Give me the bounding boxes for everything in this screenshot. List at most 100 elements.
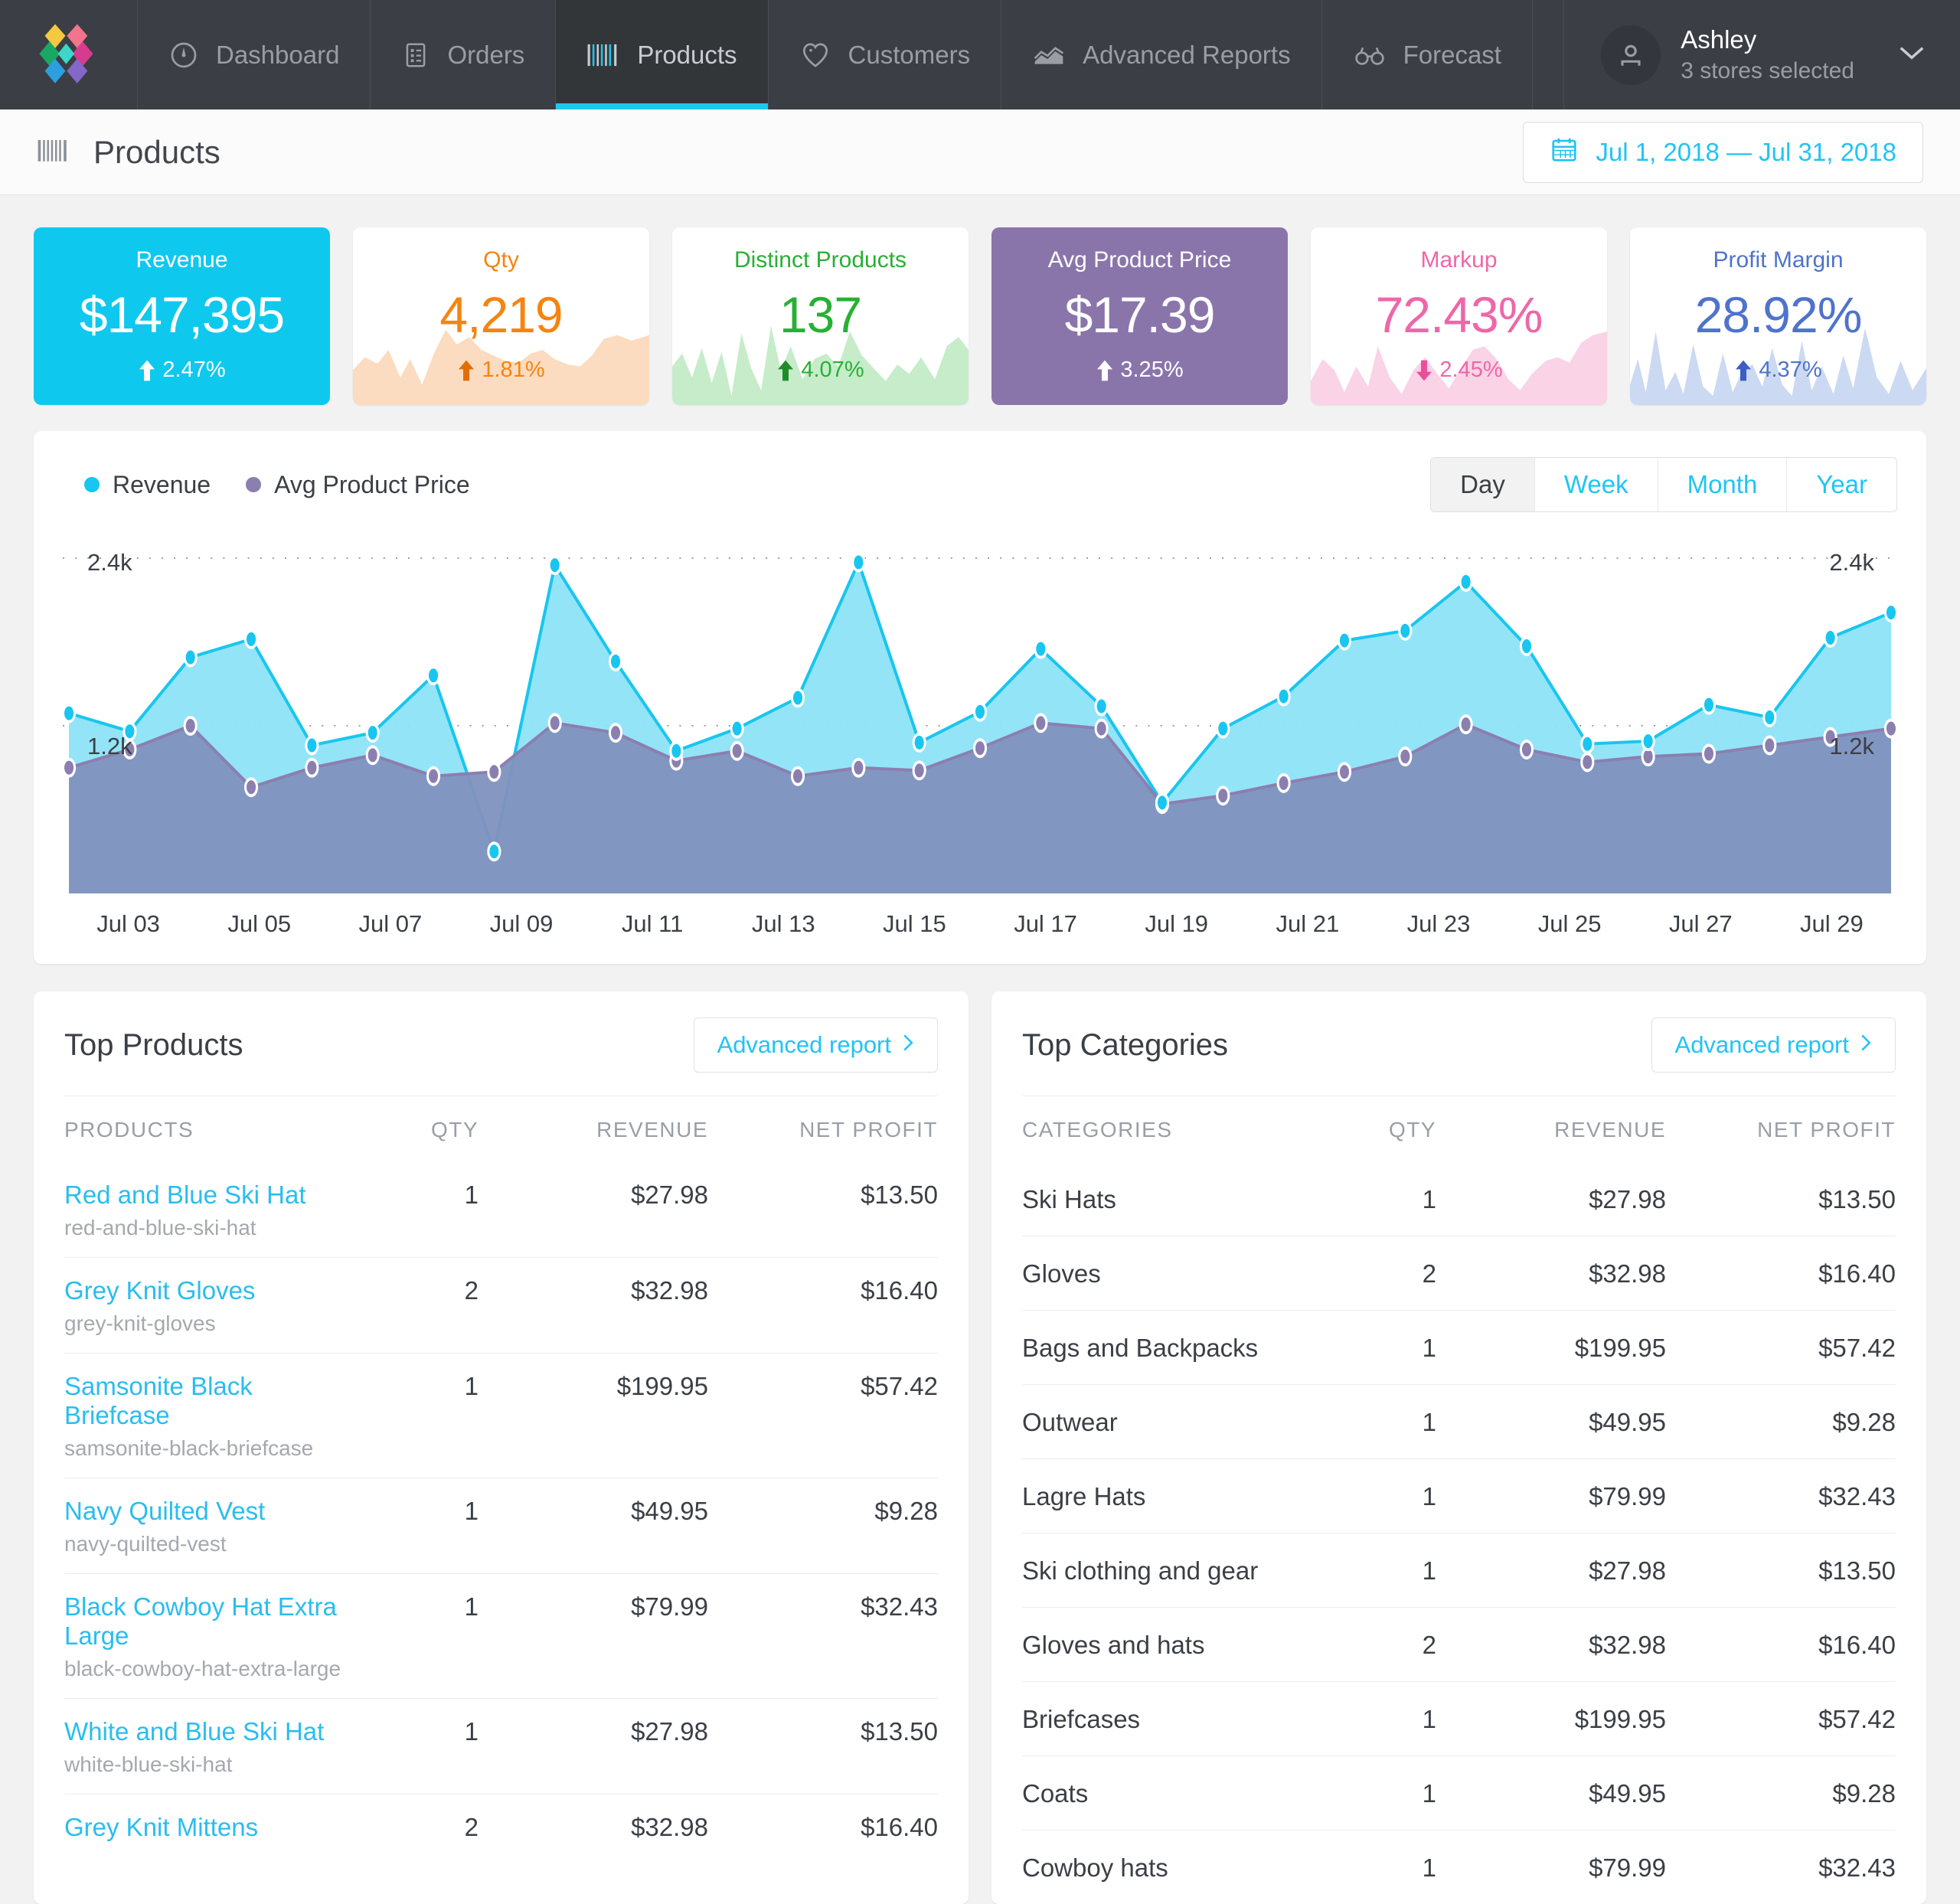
period-month[interactable]: Month xyxy=(1658,458,1788,511)
chart-point[interactable] xyxy=(1338,631,1351,651)
chart-point[interactable] xyxy=(1398,746,1412,766)
table-row[interactable]: Gloves2$32.98$16.40 xyxy=(1022,1236,1896,1311)
chart-point[interactable] xyxy=(1520,740,1534,759)
product-link[interactable]: Samsonite Black Briefcase xyxy=(64,1372,348,1430)
table-row[interactable]: Samsonite Black Briefcasesamsonite-black… xyxy=(64,1354,938,1478)
table-row[interactable]: Lagre Hats1$79.99$32.43 xyxy=(1022,1459,1896,1533)
area-chart[interactable] xyxy=(63,532,1897,900)
chart-point[interactable] xyxy=(609,652,622,671)
chart-point[interactable] xyxy=(426,766,440,786)
kpi-card-markup[interactable]: Markup 72.43% 2.45% xyxy=(1311,227,1607,405)
nav-item-orders[interactable]: Orders xyxy=(371,0,556,109)
period-year[interactable]: Year xyxy=(1787,458,1896,511)
chart-point[interactable] xyxy=(851,758,865,778)
chart-point[interactable] xyxy=(1702,695,1716,715)
chart-point[interactable] xyxy=(1762,736,1776,756)
table-row[interactable]: Coats1$49.95$9.28 xyxy=(1022,1756,1896,1831)
chart-point[interactable] xyxy=(1277,773,1291,793)
table-row[interactable]: Black Cowboy Hat Extra Largeblack-cowboy… xyxy=(64,1574,938,1699)
chart-point[interactable] xyxy=(1824,628,1838,648)
chart-point[interactable] xyxy=(1580,734,1594,754)
table-row[interactable]: Outwear1$49.95$9.28 xyxy=(1022,1385,1896,1459)
chart-point[interactable] xyxy=(791,688,805,708)
product-link[interactable]: Grey Knit Gloves xyxy=(64,1276,348,1305)
table-row[interactable]: White and Blue Ski Hatwhite-blue-ski-hat… xyxy=(64,1699,938,1795)
nav-item-customers[interactable]: Customers xyxy=(769,0,1002,109)
chart-point[interactable] xyxy=(1459,714,1473,734)
table-row[interactable]: Navy Quilted Vestnavy-quilted-vest1$49.9… xyxy=(64,1478,938,1574)
kpi-card-distinct-products[interactable]: Distinct Products 137 4.07% xyxy=(672,227,969,405)
period-day[interactable]: Day xyxy=(1431,458,1535,511)
chart-point[interactable] xyxy=(1338,762,1351,782)
kpi-card-qty[interactable]: Qty 4,219 1.81% xyxy=(353,227,649,405)
nav-item-products[interactable]: Products xyxy=(556,0,768,109)
chart-point[interactable] xyxy=(1398,621,1412,641)
chart-point[interactable] xyxy=(548,713,562,733)
chart-point[interactable] xyxy=(487,762,501,782)
user-menu[interactable]: Ashley 3 stores selected xyxy=(1564,0,1960,109)
chart-point[interactable] xyxy=(913,733,926,753)
chart-point[interactable] xyxy=(184,716,198,736)
legend-item-revenue[interactable]: Revenue xyxy=(84,471,211,499)
chart-point[interactable] xyxy=(669,741,683,761)
chart-point[interactable] xyxy=(913,760,926,780)
chevron-down-icon[interactable] xyxy=(1897,44,1926,66)
product-link[interactable]: Black Cowboy Hat Extra Large xyxy=(64,1592,348,1651)
chart-point[interactable] xyxy=(184,648,198,668)
chart-point[interactable] xyxy=(609,723,622,743)
app-logo[interactable] xyxy=(0,0,138,109)
chart-point[interactable] xyxy=(730,741,744,761)
chart-point[interactable] xyxy=(1216,719,1230,739)
chart-point[interactable] xyxy=(1520,636,1534,656)
nav-item-advanced-reports[interactable]: Advanced Reports xyxy=(1001,0,1322,109)
chart-point[interactable] xyxy=(1034,639,1047,659)
chart-point[interactable] xyxy=(973,738,987,758)
chart-point[interactable] xyxy=(851,552,865,572)
chart-point[interactable] xyxy=(973,702,987,722)
chart-point[interactable] xyxy=(1580,752,1594,772)
chart-point[interactable] xyxy=(1277,687,1291,707)
chart-point[interactable] xyxy=(791,766,805,786)
chart-point[interactable] xyxy=(1155,792,1169,812)
chart-point[interactable] xyxy=(548,555,562,575)
chart-point[interactable] xyxy=(244,629,258,649)
chart-point[interactable] xyxy=(1702,744,1716,764)
table-row[interactable]: Grey Knit Glovesgrey-knit-gloves2$32.98$… xyxy=(64,1258,938,1354)
top-products-advanced-report-button[interactable]: Advanced report xyxy=(694,1017,938,1073)
date-range-picker[interactable]: Jul 1, 2018 — Jul 31, 2018 xyxy=(1523,122,1923,183)
product-link[interactable]: Red and Blue Ski Hat xyxy=(64,1181,348,1210)
chart-point[interactable] xyxy=(1216,785,1230,805)
product-link[interactable]: White and Blue Ski Hat xyxy=(64,1717,348,1746)
product-link[interactable]: Navy Quilted Vest xyxy=(64,1497,348,1526)
table-row[interactable]: Bags and Backpacks1$199.95$57.42 xyxy=(1022,1311,1896,1385)
chart-point[interactable] xyxy=(1642,731,1655,751)
table-row[interactable]: Ski Hats1$27.98$13.50 xyxy=(1022,1162,1896,1236)
product-link[interactable]: Grey Knit Mittens xyxy=(64,1813,348,1842)
chart-point[interactable] xyxy=(1762,707,1776,727)
table-row[interactable]: Red and Blue Ski Hatred-and-blue-ski-hat… xyxy=(64,1162,938,1258)
chart-point[interactable] xyxy=(305,736,318,756)
legend-item-avg-product-price[interactable]: Avg Product Price xyxy=(246,471,470,499)
kpi-card-profit-margin[interactable]: Profit Margin 28.92% 4.37% xyxy=(1630,227,1926,405)
chart-point[interactable] xyxy=(366,745,380,765)
chart-point[interactable] xyxy=(305,758,318,778)
chart-point[interactable] xyxy=(1095,719,1109,739)
table-row[interactable]: Gloves and hats2$32.98$16.40 xyxy=(1022,1608,1896,1682)
chart-point[interactable] xyxy=(730,719,744,739)
table-row[interactable]: Briefcases1$199.95$57.42 xyxy=(1022,1682,1896,1756)
chart-point[interactable] xyxy=(1459,572,1473,592)
period-week[interactable]: Week xyxy=(1535,458,1658,511)
chart-point[interactable] xyxy=(1034,713,1047,733)
chart-point[interactable] xyxy=(1095,696,1109,716)
chart-point[interactable] xyxy=(244,777,258,797)
chart-point[interactable] xyxy=(487,841,501,861)
table-row[interactable]: Grey Knit Mittens2$32.98$16.40 xyxy=(64,1795,938,1860)
kpi-card-revenue[interactable]: Revenue $147,395 2.47% xyxy=(34,227,330,405)
table-row[interactable]: Cowboy hats1$79.99$32.43 xyxy=(1022,1831,1896,1904)
top-categories-advanced-report-button[interactable]: Advanced report xyxy=(1651,1017,1896,1073)
nav-item-forecast[interactable]: Forecast xyxy=(1322,0,1533,109)
kpi-card-avg-product-price[interactable]: Avg Product Price $17.39 3.25% xyxy=(991,227,1288,405)
chart-point[interactable] xyxy=(426,665,440,685)
chart-point[interactable] xyxy=(366,723,380,743)
table-row[interactable]: Ski clothing and gear1$27.98$13.50 xyxy=(1022,1533,1896,1608)
